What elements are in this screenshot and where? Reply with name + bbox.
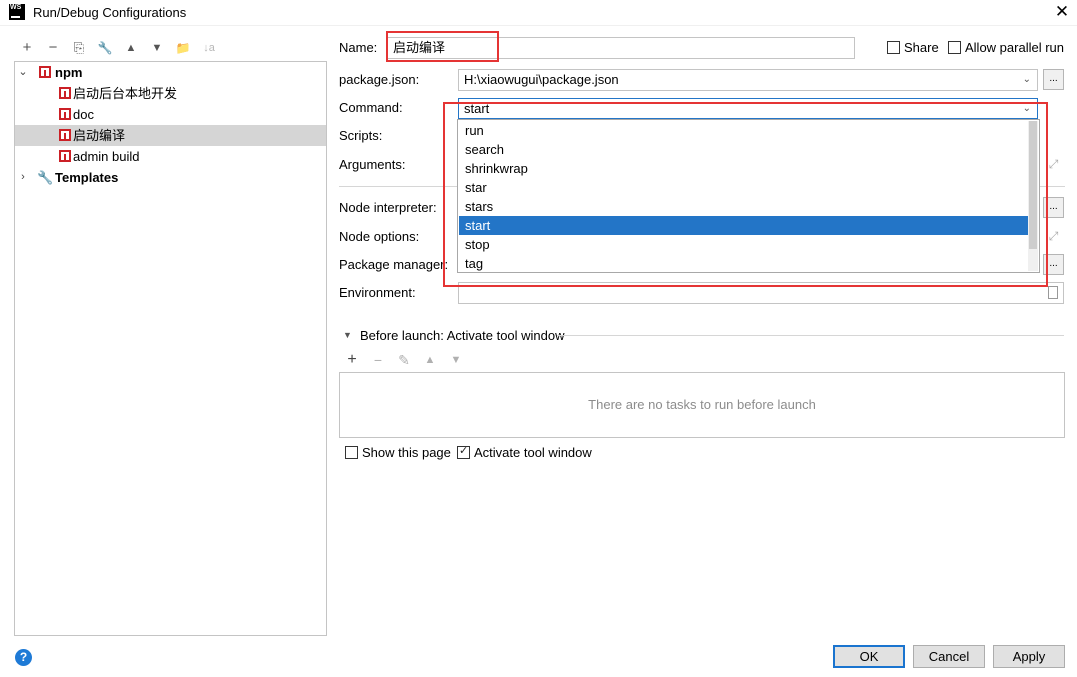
tree-group-templates[interactable]: › 🔧 Templates	[15, 167, 326, 188]
wrench-icon: 🔧	[37, 170, 54, 185]
allow-parallel-run-checkbox[interactable]	[948, 41, 961, 54]
dropdown-option[interactable]: stars	[459, 197, 1028, 216]
command-label: Command:	[339, 100, 403, 115]
chevron-down-icon[interactable]: ⌄	[1023, 99, 1031, 118]
node-interpreter-label: Node interpreter:	[339, 200, 437, 215]
app-icon-text: WS	[10, 4, 22, 11]
dropdown-option[interactable]: tag	[459, 254, 1028, 272]
arguments-label: Arguments:	[339, 157, 406, 172]
webstorm-app-icon: WS	[9, 4, 25, 20]
tree-group-npm[interactable]: ⌄ npm	[15, 62, 326, 83]
command-value: start	[464, 101, 490, 116]
environment-edit-icon[interactable]	[1048, 286, 1058, 299]
move-task-up-button[interactable]: ▲	[421, 351, 439, 369]
dropdown-option[interactable]: stop	[459, 235, 1028, 254]
dropdown-option[interactable]: star	[459, 178, 1028, 197]
browse-package-manager-button[interactable]: ...	[1043, 254, 1064, 275]
move-task-down-button[interactable]: ▼	[447, 351, 465, 369]
collapse-triangle-icon[interactable]: ▼	[343, 330, 352, 340]
scrollbar-thumb[interactable]	[1029, 121, 1037, 249]
ok-button[interactable]: OK	[833, 645, 905, 668]
browse-package-json-button[interactable]: ...	[1043, 69, 1064, 90]
copy-configuration-button[interactable]: ⎘	[70, 38, 88, 58]
move-up-button[interactable]: ▲	[122, 38, 140, 58]
npm-icon	[39, 66, 51, 78]
tree-item-label: 启动后台本地开发	[73, 86, 178, 101]
package-json-label: package.json:	[339, 72, 420, 87]
tree-group-label: npm	[55, 65, 83, 80]
dropdown-option-selected[interactable]: start	[459, 216, 1028, 235]
edit-task-pencil-icon[interactable]: ✎	[395, 351, 413, 369]
share-label: Share	[904, 40, 939, 55]
show-this-page-label: Show this page	[362, 445, 451, 460]
add-task-button[interactable]: +	[343, 351, 361, 369]
scripts-label: Scripts:	[339, 128, 383, 143]
npm-icon	[59, 87, 71, 99]
close-window-button[interactable]: ✕	[1053, 2, 1071, 22]
dropdown-option[interactable]: search	[459, 140, 1028, 159]
dropdown-scrollbar[interactable]	[1028, 121, 1038, 271]
move-down-button[interactable]: ▼	[148, 38, 166, 58]
name-label: Name:	[339, 40, 378, 55]
browse-node-interpreter-button[interactable]: ...	[1043, 197, 1064, 218]
node-options-label: Node options:	[339, 229, 420, 244]
before-launch-header[interactable]: Before launch: Activate tool window	[360, 327, 565, 345]
npm-icon	[59, 108, 71, 120]
apply-button[interactable]: Apply	[993, 645, 1065, 668]
package-json-combo[interactable]: H:\xiaowugui\package.json ⌄	[458, 69, 1038, 91]
new-folder-button[interactable]: 📁	[174, 38, 192, 58]
expand-arguments-icon[interactable]: ⤢	[1043, 154, 1064, 175]
activate-tool-window-label: Activate tool window	[474, 445, 592, 460]
expand-node-options-icon[interactable]: ⤢	[1043, 226, 1064, 247]
chevron-down-icon[interactable]: ⌄	[17, 62, 29, 83]
package-json-value: H:\xiaowugui\package.json	[464, 72, 619, 87]
npm-icon	[59, 150, 71, 162]
command-dropdown-list[interactable]: run search shrinkwrap star stars start s…	[457, 119, 1040, 273]
environment-label: Environment:	[339, 285, 416, 300]
activate-tool-window-checkbox[interactable]	[457, 444, 470, 459]
npm-icon	[59, 129, 71, 141]
show-this-page-checkbox[interactable]	[345, 446, 358, 459]
help-icon[interactable]: ?	[15, 649, 32, 666]
share-checkbox[interactable]	[887, 41, 900, 54]
edit-defaults-wrench-icon[interactable]: 🔧	[96, 38, 114, 58]
chevron-right-icon[interactable]: ›	[17, 167, 29, 188]
tree-item-selected[interactable]: 启动编译	[15, 125, 326, 146]
name-input[interactable]: 启动编译	[387, 37, 855, 59]
tree-item-label: doc	[73, 107, 94, 122]
tree-item-label: 启动编译	[73, 128, 126, 143]
environment-input[interactable]	[458, 282, 1064, 304]
separator	[557, 335, 1064, 336]
cancel-button[interactable]: Cancel	[913, 645, 985, 668]
dropdown-option[interactable]: run	[459, 121, 1028, 140]
dropdown-option[interactable]: shrinkwrap	[459, 159, 1028, 178]
before-launch-task-list[interactable]: There are no tasks to run before launch	[339, 372, 1065, 438]
tree-group-label: Templates	[55, 170, 119, 185]
tree-item[interactable]: doc	[15, 104, 326, 125]
package-manager-label: Package manager:	[339, 257, 449, 272]
allow-parallel-run-label: Allow parallel run	[965, 40, 1064, 55]
sort-configurations-button[interactable]: ↓a	[200, 38, 218, 58]
chevron-down-icon[interactable]: ⌄	[1023, 70, 1031, 90]
remove-configuration-button[interactable]: −	[44, 38, 62, 58]
command-combo[interactable]: start ⌄	[458, 98, 1038, 119]
remove-task-button[interactable]: −	[369, 351, 387, 369]
add-configuration-button[interactable]: +	[18, 38, 36, 58]
empty-tasks-message: There are no tasks to run before launch	[588, 397, 816, 412]
tree-item[interactable]: 启动后台本地开发	[15, 83, 326, 104]
configurations-tree: ⌄ npm 启动后台本地开发 doc 启动编译 admin build › 🔧 …	[14, 61, 327, 636]
tree-item[interactable]: admin build	[15, 146, 326, 167]
window-title: Run/Debug Configurations	[33, 5, 187, 20]
tree-item-label: admin build	[73, 149, 140, 164]
